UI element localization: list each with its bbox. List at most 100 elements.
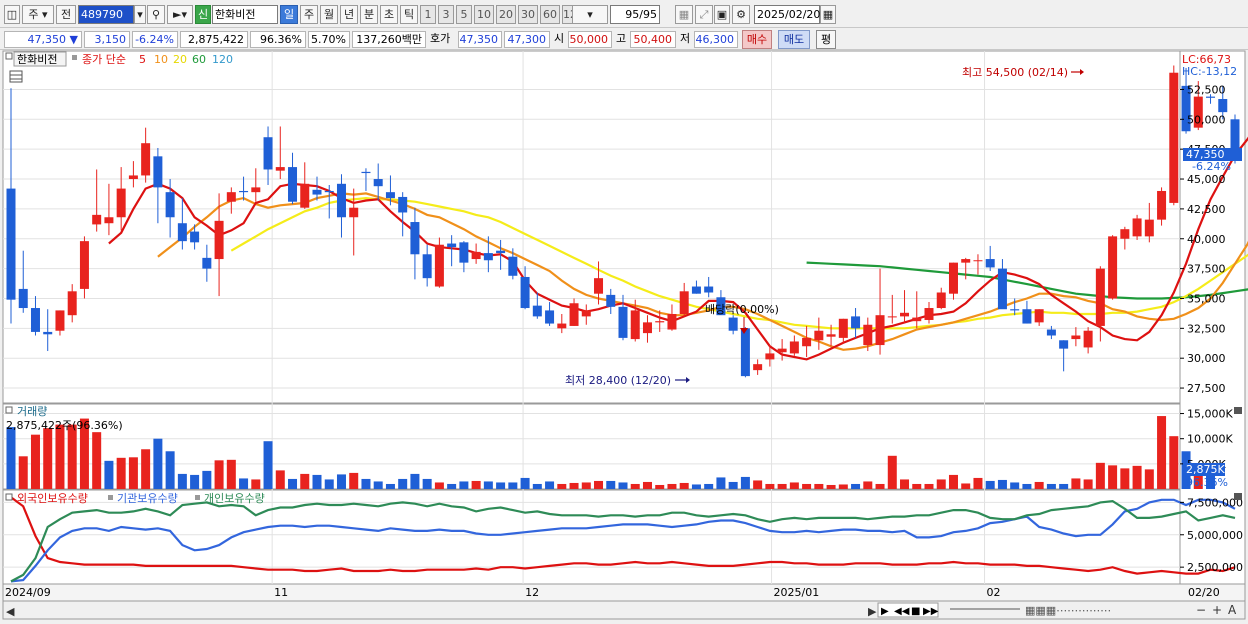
- candle-body: [104, 217, 114, 224]
- holding-plot-area: [2, 489, 1181, 585]
- minute-button[interactable]: 20: [496, 5, 516, 24]
- zoom-in-icon[interactable]: +: [1212, 603, 1222, 617]
- candle-body: [410, 222, 420, 255]
- candle-body: [545, 310, 555, 324]
- period-button[interactable]: 일: [280, 5, 298, 24]
- font-size-icon[interactable]: A: [1228, 603, 1237, 617]
- price-y-tick-label: 45,000: [1187, 173, 1226, 186]
- stop-icon[interactable]: ■: [911, 606, 920, 617]
- volume-bar: [141, 449, 151, 489]
- candle-body: [863, 324, 873, 346]
- period-button[interactable]: 년: [340, 5, 358, 24]
- zoom-out-icon[interactable]: −: [1196, 603, 1206, 617]
- minute-button[interactable]: 5: [456, 5, 472, 24]
- search-icon[interactable]: ⚲: [147, 5, 165, 24]
- x-tick-label: 2024/09: [5, 586, 51, 599]
- volume-bar: [1108, 465, 1118, 489]
- eval-button[interactable]: 평: [816, 30, 836, 49]
- candle-body: [594, 278, 604, 294]
- candle-body: [508, 256, 518, 276]
- table-view-icon[interactable]: [9, 70, 23, 83]
- volume-bar: [1095, 462, 1105, 489]
- chart-settings-icon[interactable]: ◫: [4, 5, 20, 24]
- legend-separator-icon: [108, 495, 113, 500]
- foreign-legend: 외국인보유수량: [17, 492, 88, 505]
- count-field[interactable]: 95/95: [610, 5, 660, 24]
- volume-bar: [104, 460, 114, 489]
- price-y-tick-label: 32,500: [1187, 322, 1226, 335]
- holding-panel-close-icon[interactable]: [5, 493, 13, 501]
- stock-code-input[interactable]: 489790: [78, 5, 134, 24]
- volume-bar: [900, 479, 910, 489]
- candle-body: [1169, 72, 1179, 203]
- period-button[interactable]: 틱: [400, 5, 418, 24]
- candle-body: [447, 243, 457, 248]
- volume-bar: [1071, 478, 1081, 489]
- minute-button[interactable]: 10: [474, 5, 494, 24]
- candle-body: [985, 259, 995, 268]
- period-button[interactable]: 월: [320, 5, 338, 24]
- ma5-legend: 5: [139, 53, 146, 66]
- candle-body: [30, 308, 40, 332]
- minute-button[interactable]: 3: [438, 5, 454, 24]
- candle-body: [79, 241, 89, 289]
- rewind-icon[interactable]: ◀◀: [894, 606, 910, 617]
- chart-type-select[interactable]: 주 ▾: [22, 5, 54, 24]
- custom-period-select[interactable]: ▾: [572, 5, 608, 24]
- period-button[interactable]: 초: [380, 5, 398, 24]
- candle-body: [655, 321, 665, 323]
- volume-bar: [373, 481, 383, 489]
- minute-button[interactable]: 60: [540, 5, 560, 24]
- candle-body: [373, 179, 383, 187]
- candle-body: [496, 250, 506, 254]
- dividend-label: 배당락(0.00%): [705, 303, 779, 316]
- play-icon[interactable]: ▶: [881, 606, 889, 617]
- chart-area: 27,500 30,000 32,500 35,000 37,500 40,000 42,5…: [0, 50, 1248, 621]
- volume-panel-close-icon[interactable]: [5, 406, 13, 414]
- zoom-tools-icon[interactable]: ▦▦▦⋯⋯⋯⋯⋯: [1025, 604, 1111, 617]
- candle-body: [1108, 236, 1118, 299]
- calendar-icon[interactable]: ▦: [820, 5, 836, 24]
- forward-icon[interactable]: ▶▶: [923, 606, 939, 617]
- save-icon[interactable]: ▣: [714, 5, 730, 24]
- gear-icon[interactable]: ⚙: [732, 5, 750, 24]
- volume-bar: [557, 483, 567, 489]
- volume-bar: [459, 481, 469, 489]
- grid-icon[interactable]: ▦: [675, 5, 693, 24]
- panel-close-icon[interactable]: [5, 52, 13, 60]
- period-button[interactable]: 주: [300, 5, 318, 24]
- holding-y-tick-label: 5,000,000: [1187, 529, 1243, 542]
- code-dropdown-icon[interactable]: ▾: [134, 5, 146, 24]
- candle-body: [55, 310, 65, 331]
- scroll-right-icon[interactable]: ▶: [868, 605, 877, 618]
- volume-bar: [349, 472, 359, 489]
- volume-bar: [1034, 481, 1044, 489]
- toolbar: ◫ 주 ▾ 전 489790 ▾ ⚲ ►▾ 신 한화비전 일주월년분초틱 135…: [0, 0, 1248, 28]
- x-tick-label: 2025/01: [774, 586, 820, 599]
- volume-bar: [275, 470, 285, 489]
- volume-panel-menu-icon[interactable]: [1234, 407, 1242, 414]
- holding-panel-menu-icon[interactable]: [1234, 493, 1242, 500]
- volume-bar: [728, 481, 738, 489]
- candle-body: [422, 254, 432, 279]
- volume-toggle-icon[interactable]: ►▾: [167, 5, 193, 24]
- candle-body: [165, 192, 175, 218]
- sell-button[interactable]: 매도: [778, 30, 810, 49]
- minute-button[interactable]: 30: [518, 5, 538, 24]
- candle-body: [851, 316, 861, 329]
- stock-name-field[interactable]: 한화비전: [212, 5, 278, 24]
- buy-button[interactable]: 매수: [742, 30, 772, 49]
- period-button[interactable]: 분: [360, 5, 378, 24]
- volume-bar: [496, 482, 506, 489]
- candle-body: [753, 364, 763, 371]
- minute-button[interactable]: 1: [420, 5, 436, 24]
- period-toggle[interactable]: 전: [56, 5, 76, 24]
- high-price: 50,400: [630, 31, 676, 48]
- x-tick-label: 12: [525, 586, 539, 599]
- crosshair-icon[interactable]: ⤢: [695, 5, 713, 24]
- scroll-left-icon[interactable]: ◀: [6, 605, 15, 618]
- date-field[interactable]: 2025/02/20: [754, 5, 820, 24]
- volume-bar: [508, 482, 518, 489]
- candle-body: [997, 268, 1007, 310]
- volume-bar: [385, 483, 395, 489]
